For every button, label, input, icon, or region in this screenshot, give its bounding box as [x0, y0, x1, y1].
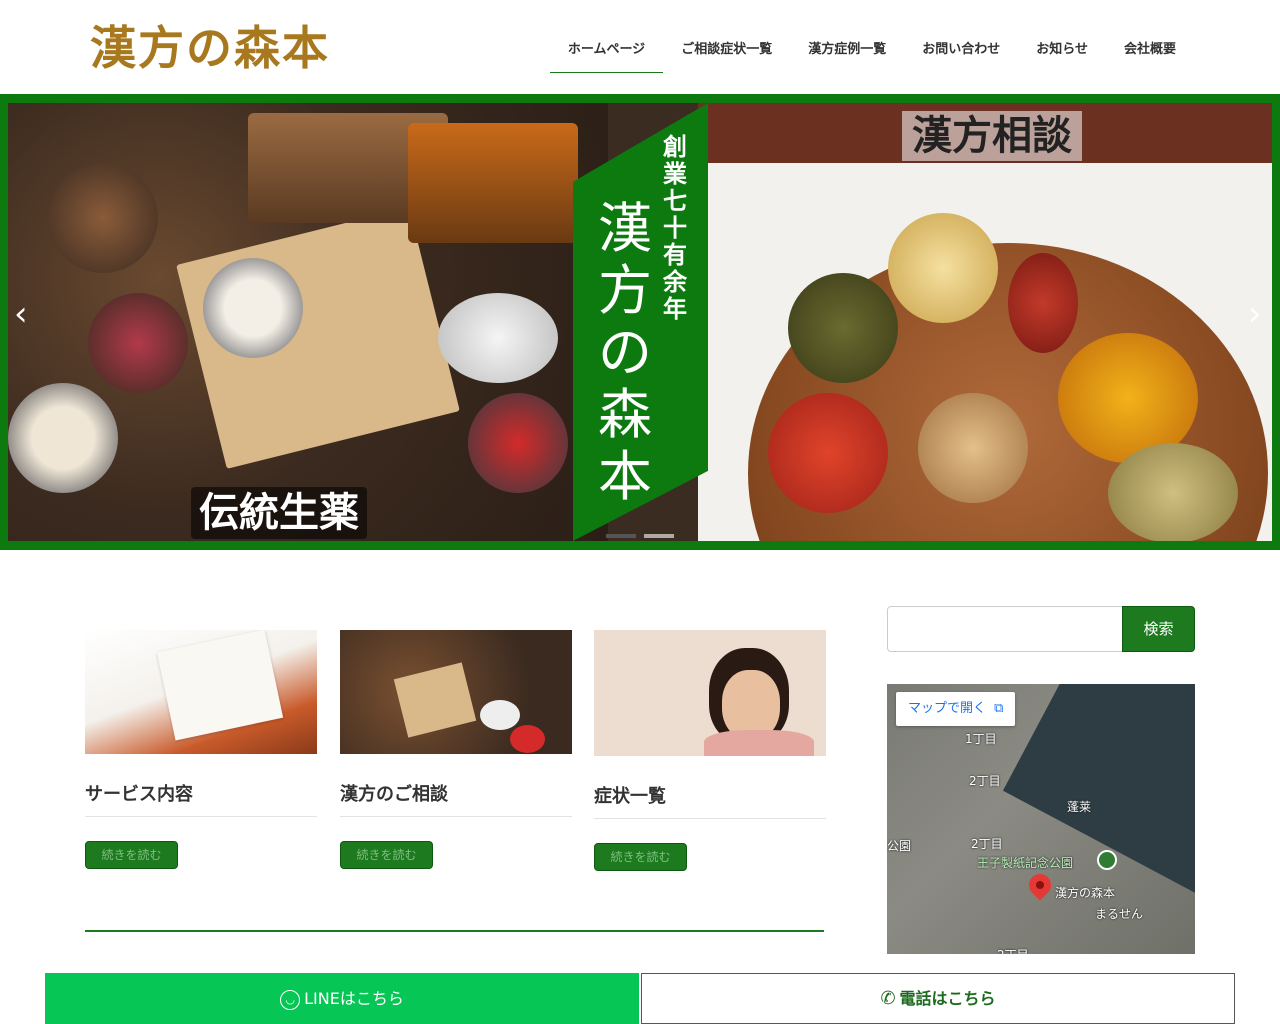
- map-embed[interactable]: マップで開く ⧉ 1丁目 2丁目 蓬莱 公園 2丁目 王子製紙記念公園 漢方の森…: [887, 684, 1195, 954]
- site-header: 漢方の森本 ホームページ ご相談症状一覧 漢方症例一覧 お問い合わせ お知らせ …: [0, 0, 1280, 94]
- slider-next-arrow-icon[interactable]: ›: [1248, 294, 1262, 334]
- read-more-button[interactable]: 続きを読む: [340, 841, 433, 869]
- hero-slide: 創業七十有余年 漢方の森本 漢方相談 伝統生薬: [8, 103, 1272, 541]
- card-image[interactable]: [340, 630, 572, 754]
- slider-dot[interactable]: [606, 534, 636, 538]
- hero-slider: 創業七十有余年 漢方の森本 漢方相談 伝統生薬 ‹ ›: [0, 94, 1280, 550]
- nav-case-list[interactable]: 漢方症例一覧: [790, 26, 904, 73]
- slider-dots: [606, 534, 674, 538]
- card-title: 症状一覧: [594, 782, 826, 819]
- line-label: LINEはこちら: [304, 989, 404, 1008]
- line-contact-button[interactable]: ◡ LINEはこちら: [45, 973, 639, 1024]
- card-consultation: 漢方のご相談 続きを読む: [340, 630, 572, 869]
- herb-tray: [408, 123, 578, 243]
- nav-news[interactable]: お知らせ: [1018, 26, 1106, 73]
- herb-bowl: [203, 258, 303, 358]
- map-label: 2丁目: [997, 946, 1029, 954]
- park-icon: [1097, 850, 1117, 870]
- main-nav: ホームページ ご相談症状一覧 漢方症例一覧 お問い合わせ お知らせ 会社概要: [549, 26, 1194, 73]
- herb-pile: [788, 273, 898, 383]
- nav-contact[interactable]: お問い合わせ: [904, 26, 1018, 73]
- map-label: 2丁目: [969, 774, 1001, 788]
- hero-badge-consultation: 漢方相談: [902, 111, 1082, 161]
- location-pin-icon[interactable]: [1024, 869, 1056, 901]
- herb-pile: [888, 213, 998, 323]
- map-label: 漢方の森本: [1055, 886, 1116, 900]
- read-more-button[interactable]: 続きを読む: [594, 843, 687, 871]
- card-image[interactable]: [594, 630, 826, 756]
- herb-bowl: [88, 293, 188, 393]
- hero-badge-traditional: 伝統生薬: [191, 487, 367, 539]
- hero-title: 漢方の森本: [598, 197, 652, 508]
- line-icon: ◡: [280, 989, 301, 1010]
- card-symptoms: 症状一覧 続きを読む: [594, 630, 826, 871]
- herb-bowl: [468, 393, 568, 493]
- map-label: 蓬莱: [1067, 800, 1092, 814]
- site-logo[interactable]: 漢方の森本: [90, 20, 330, 76]
- read-more-button[interactable]: 続きを読む: [85, 841, 178, 869]
- hero-subtitle: 創業七十有余年: [663, 132, 687, 323]
- slider-prev-arrow-icon[interactable]: ‹: [14, 294, 28, 334]
- card-services: サービス内容 続きを読む: [85, 630, 317, 869]
- slider-dot[interactable]: [644, 534, 674, 538]
- search-button[interactable]: 検索: [1122, 606, 1195, 652]
- phone-icon: ✆: [880, 988, 896, 1009]
- open-map-link[interactable]: マップで開く ⧉: [896, 692, 1016, 726]
- herb-pile: [1108, 443, 1238, 541]
- nav-consultation-symptoms[interactable]: ご相談症状一覧: [663, 26, 790, 73]
- card-title: 漢方のご相談: [340, 780, 572, 817]
- map-label: 1丁目: [965, 732, 997, 746]
- phone-contact-button[interactable]: ✆ 電話はこちら: [641, 973, 1235, 1024]
- mortar: [438, 293, 558, 383]
- external-link-icon: ⧉: [994, 701, 1004, 716]
- section-divider: [85, 930, 824, 932]
- nav-home[interactable]: ホームページ: [549, 26, 664, 73]
- goji-pile: [768, 393, 888, 513]
- open-map-label: マップで開く: [908, 701, 987, 716]
- map-label: 2丁目: [971, 837, 1003, 851]
- card-image[interactable]: [85, 630, 317, 754]
- herbs-photo-left: [8, 103, 608, 541]
- phone-label: 電話はこちら: [899, 989, 996, 1008]
- search-input[interactable]: [887, 606, 1123, 652]
- jujube: [1008, 253, 1078, 353]
- herb-bowl: [8, 383, 118, 493]
- nav-company[interactable]: 会社概要: [1106, 26, 1194, 73]
- card-title: サービス内容: [85, 780, 317, 817]
- herb-bowl: [48, 163, 158, 273]
- herb-pile: [918, 393, 1028, 503]
- map-label: 公園: [887, 839, 912, 853]
- map-label: 王子製紙記念公園: [977, 856, 1074, 870]
- map-label: まるせん: [1095, 907, 1144, 921]
